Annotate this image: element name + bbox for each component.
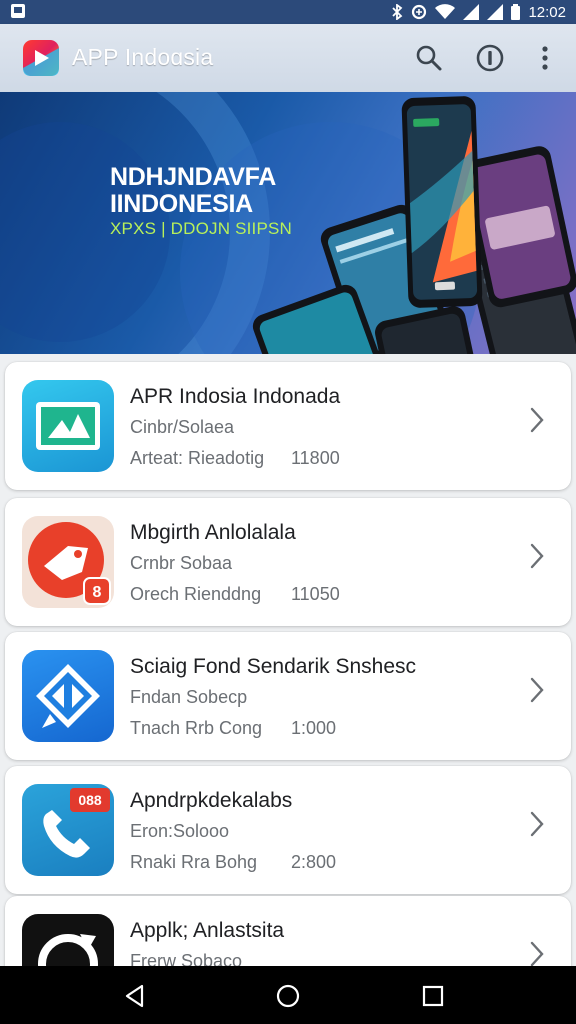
more-options-button[interactable] xyxy=(529,42,561,74)
info-button[interactable] xyxy=(474,42,506,74)
tag-icon: 8 xyxy=(28,522,111,605)
hero-title-line2: IINDONESIA xyxy=(110,190,253,218)
app-card[interactable]: Sciaig Fond Sendarik Snshesc Fndan Sobec… xyxy=(5,632,571,760)
app-name: APR Indosia Indonada xyxy=(130,385,341,408)
app-title: APP Indoɑsia xyxy=(72,44,214,70)
app-card[interactable]: 8 Mbgirth Anlolalala Crnbr Sobaa Orech R… xyxy=(5,498,571,626)
home-icon[interactable] xyxy=(275,983,301,1009)
hero-title-line1: NDHJNDAVFA xyxy=(110,163,276,191)
more-vert-icon xyxy=(542,46,548,70)
battery-icon xyxy=(511,4,521,20)
system-nav-bar xyxy=(0,966,576,1024)
app-card[interactable]: 088 Apndrpkdekalabs Eron:Solooo Rnaki Rr… xyxy=(5,766,571,894)
app-icon-4: 088 xyxy=(22,784,114,876)
app-publisher: Frerw Sobaco xyxy=(130,951,243,966)
app-category: Rnaki Rra Bohg xyxy=(130,852,258,872)
svg-text:8: 8 xyxy=(93,584,102,601)
app-icon-3 xyxy=(22,650,114,742)
data-saver-icon xyxy=(412,4,427,20)
wifi-icon xyxy=(435,4,456,19)
search-icon xyxy=(416,45,442,71)
app-list: APR Indosia Indonada Cinbr/Solaea Arteat… xyxy=(0,354,576,966)
recents-icon[interactable] xyxy=(420,983,446,1009)
app-publisher: Eron:Solooo xyxy=(130,821,230,841)
app-name: Applk; Anlastsita xyxy=(130,919,285,942)
bluetooth-icon xyxy=(392,4,403,20)
refresh-icon xyxy=(38,934,98,966)
chevron-right-icon xyxy=(530,407,544,433)
chevron-right-icon xyxy=(530,677,544,703)
app-category: Arteat: Rieadotig xyxy=(130,448,265,468)
back-icon[interactable] xyxy=(122,983,148,1009)
hero-subtitle: XPXS | DDOJN SIIPSN xyxy=(110,219,293,238)
app-publisher: Crnbr Sobaa xyxy=(130,553,233,573)
chevron-right-icon xyxy=(530,941,544,966)
app-category: Tnach Rrb Cong xyxy=(130,718,263,738)
app-publisher: Fndan Sobecp xyxy=(130,687,248,707)
screenshot-icon xyxy=(11,4,25,18)
app-icon-2: 8 xyxy=(22,516,114,608)
app-name: Mbgirth Anlolalala xyxy=(130,521,296,544)
hero-title: NDHJNDAVFA IINDONESIA xyxy=(110,164,276,218)
app-card[interactable]: APR Indosia Indonada Cinbr/Solaea Arteat… xyxy=(5,362,571,490)
app-logo-icon[interactable] xyxy=(22,38,60,78)
app-count: 11050 xyxy=(291,584,340,604)
chevron-right-icon xyxy=(530,543,544,569)
hero-banner[interactable]: NDHJNDAVFA IINDONESIA XPXS | DDOJN SIIPS… xyxy=(0,92,576,354)
status-bar: 12:02 xyxy=(0,0,576,24)
app-count: 1:000 xyxy=(291,718,337,738)
app-name: Apndrpkdekalabs xyxy=(130,789,293,812)
app-card[interactable]: Applk; Anlastsita Frerw Sobaco xyxy=(5,896,571,966)
app-name: Sciaig Fond Sendarik Snshesc xyxy=(130,655,416,678)
search-button[interactable] xyxy=(413,42,445,74)
app-icon-5 xyxy=(22,914,114,966)
info-icon xyxy=(476,44,504,72)
status-time: 12:02 xyxy=(528,3,566,21)
app-category: Orech Rienddng xyxy=(130,584,262,604)
app-count: 2:800 xyxy=(291,852,337,872)
status-icons: 12:02 xyxy=(391,0,566,24)
app-publisher: Cinbr/Solaea xyxy=(130,417,235,437)
app-badge: 088 xyxy=(70,788,110,812)
arrows-icon xyxy=(36,664,100,728)
signal-icon xyxy=(463,4,480,20)
app-bar: APP Indoɑsia xyxy=(0,24,576,92)
image-icon xyxy=(36,402,100,450)
app-icon-1 xyxy=(22,380,114,472)
signal-icon-2 xyxy=(487,4,504,20)
chevron-right-icon xyxy=(530,811,544,837)
app-count: 11800 xyxy=(291,448,340,468)
